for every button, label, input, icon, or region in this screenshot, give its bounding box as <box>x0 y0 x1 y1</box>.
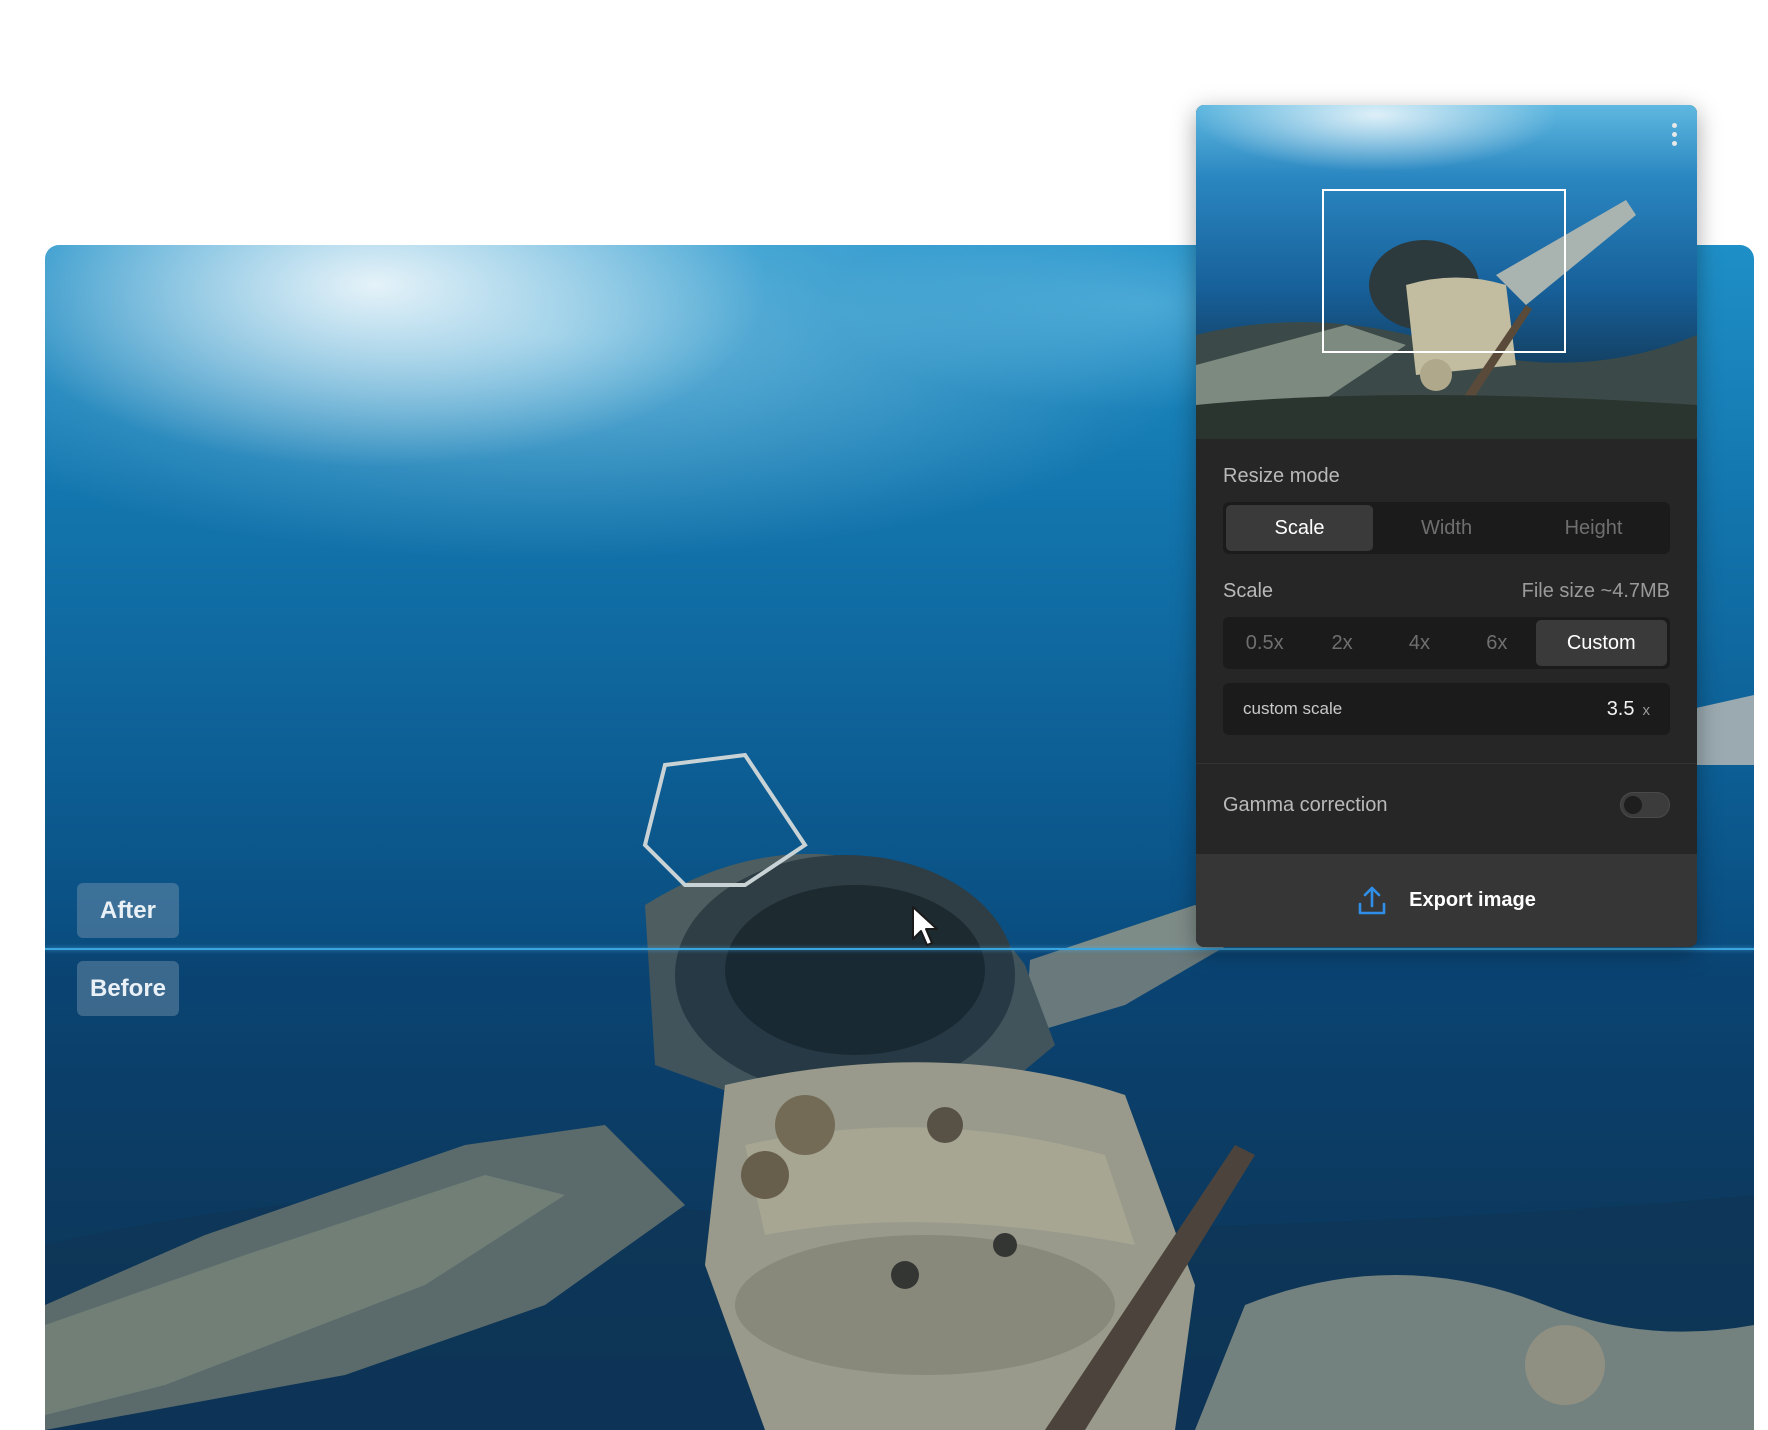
toggle-knob <box>1624 796 1642 814</box>
custom-scale-value[interactable]: 3.5 <box>1607 698 1635 720</box>
after-label: After <box>77 883 179 938</box>
resize-mode-height[interactable]: Height <box>1520 505 1667 551</box>
before-label: Before <box>77 961 179 1016</box>
scale-option-0-5x[interactable]: 0.5x <box>1226 620 1303 666</box>
scale-option-6x[interactable]: 6x <box>1458 620 1535 666</box>
custom-scale-label: custom scale <box>1243 699 1343 718</box>
custom-scale-unit: x <box>1642 701 1651 719</box>
file-size-text: File size ~4.7MB <box>1521 580 1670 602</box>
resize-mode-segmented-control: Scale Width Height <box>1223 502 1670 554</box>
more-vertical-icon[interactable] <box>1667 119 1681 149</box>
compare-divider[interactable] <box>45 948 1754 950</box>
navigator-preview[interactable] <box>1196 105 1697 439</box>
scale-option-2x[interactable]: 2x <box>1303 620 1380 666</box>
custom-scale-input[interactable]: custom scale 3.5 x <box>1223 683 1670 735</box>
viewport-indicator[interactable] <box>1322 189 1566 353</box>
resize-panel: Resize mode Scale Width Height Scale Fil… <box>1196 105 1697 947</box>
before-region <box>45 949 1754 1430</box>
scale-option-custom[interactable]: Custom <box>1535 620 1668 666</box>
scale-label: Scale <box>1223 580 1274 602</box>
export-image-button[interactable]: Export image <box>1196 854 1697 947</box>
mouse-pointer-icon <box>912 906 938 946</box>
scale-option-4x[interactable]: 4x <box>1381 620 1458 666</box>
scale-segmented-control: 0.5x 2x 4x 6x Custom <box>1223 617 1670 669</box>
upload-icon <box>1358 886 1386 914</box>
gamma-correction-row: Gamma correction <box>1196 764 1697 846</box>
gamma-correction-toggle[interactable] <box>1620 792 1670 818</box>
export-image-label: Export image <box>1409 889 1536 911</box>
resize-mode-label: Resize mode <box>1223 465 1340 487</box>
resize-mode-width[interactable]: Width <box>1373 505 1520 551</box>
gamma-correction-label: Gamma correction <box>1223 793 1388 816</box>
resize-mode-scale[interactable]: Scale <box>1226 505 1373 551</box>
